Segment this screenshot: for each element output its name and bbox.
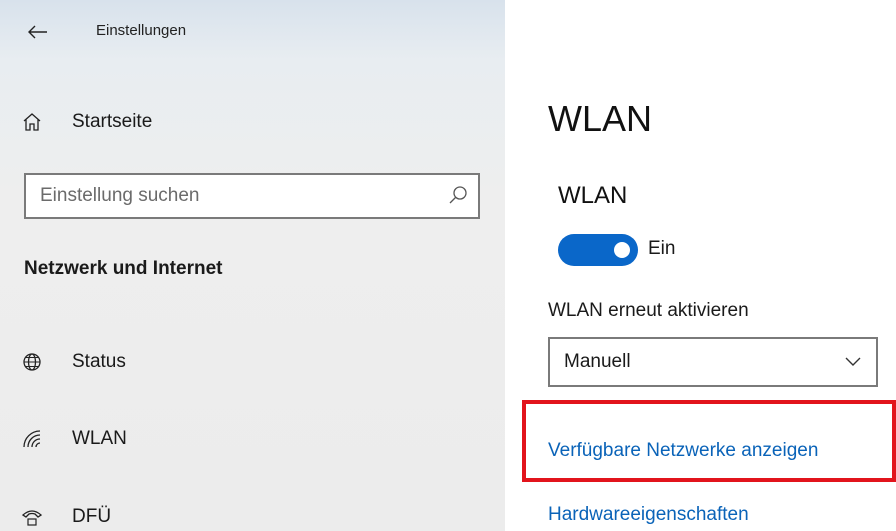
sidebar-item-home[interactable]: Startseite: [20, 110, 152, 134]
show-networks-link[interactable]: Verfügbare Netzwerke anzeigen: [548, 440, 818, 462]
sidebar-item-status[interactable]: Status: [20, 350, 126, 374]
back-arrow-icon: [28, 25, 47, 39]
dropdown-value: Manuell: [564, 351, 631, 372]
title-bar: Einstellungen: [0, 0, 505, 64]
sidebar-item-label: WLAN: [72, 428, 127, 449]
wifi-icon: [20, 427, 44, 451]
wifi-heading: WLAN: [558, 182, 628, 209]
sidebar-item-dfu[interactable]: DFÜ: [20, 505, 111, 529]
sidebar: Einstellungen Startseite Netzwerk und In…: [0, 0, 505, 531]
toggle-state-label: Ein: [648, 238, 676, 259]
back-button[interactable]: [18, 16, 58, 48]
search-input[interactable]: [26, 175, 426, 217]
main-content: WLAN WLAN Ein WLAN erneut aktivieren Man…: [505, 0, 896, 531]
section-heading: Netzwerk und Internet: [24, 258, 223, 279]
sidebar-item-label: Status: [72, 351, 126, 372]
search-box: [24, 173, 480, 219]
sidebar-item-label: Startseite: [72, 111, 153, 132]
reenable-dropdown[interactable]: Manuell: [548, 337, 878, 387]
globe-icon: [20, 350, 44, 374]
app-title: Einstellungen: [96, 22, 187, 39]
sidebar-item-wlan[interactable]: WLAN: [20, 427, 127, 451]
hardware-properties-link[interactable]: Hardwareeigenschaften: [548, 504, 749, 526]
home-icon: [20, 110, 44, 134]
chevron-down-icon: [845, 357, 861, 366]
wifi-toggle[interactable]: [558, 234, 638, 266]
toggle-knob: [614, 242, 630, 258]
dialup-icon: [20, 505, 44, 529]
reenable-label: WLAN erneut aktivieren: [548, 300, 749, 321]
page-title: WLAN: [548, 98, 653, 139]
sidebar-item-label: DFÜ: [72, 506, 112, 527]
search-icon[interactable]: [448, 185, 468, 207]
